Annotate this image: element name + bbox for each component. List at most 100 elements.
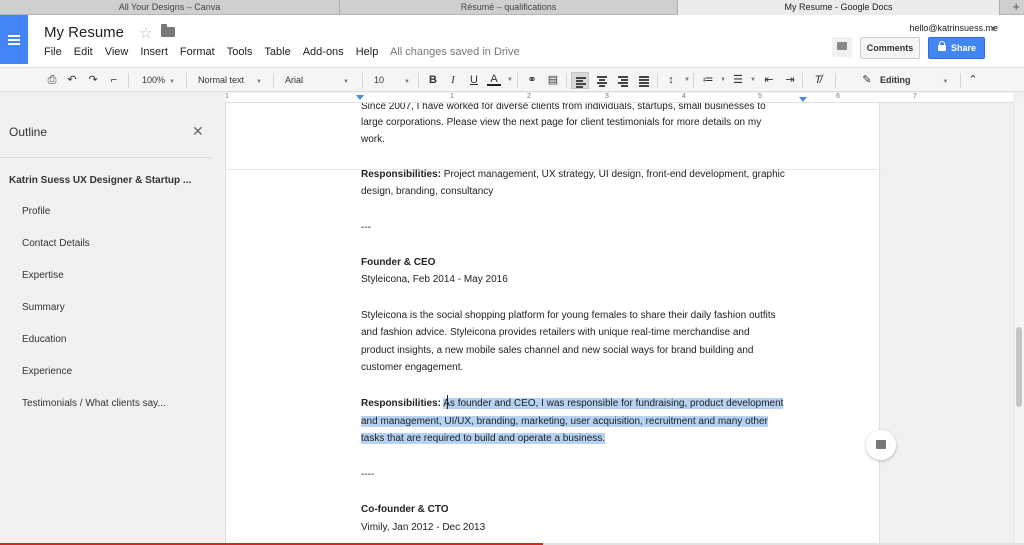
- scrollbar-thumb[interactable]: [1016, 327, 1022, 407]
- role-description-line[interactable]: product insights, a new mobile sales cha…: [361, 342, 811, 360]
- collapse-menu-icon[interactable]: ⌃: [966, 73, 980, 87]
- outline-panel: Outline ✕ Katrin Suess UX Designer & Sta…: [0, 103, 225, 545]
- intro-line-2[interactable]: large corporations. Please view the next…: [361, 114, 811, 132]
- menu-format[interactable]: Format: [180, 46, 215, 58]
- left-indent-marker[interactable]: [356, 95, 364, 100]
- align-center-button[interactable]: [593, 72, 611, 89]
- folder-icon[interactable]: [161, 24, 175, 37]
- responsibilities-label: Responsibilities:: [361, 169, 442, 180]
- bulleted-list-icon[interactable]: ☰: [731, 73, 745, 87]
- chevron-down-icon: ▼: [404, 79, 410, 85]
- vertical-scrollbar[interactable]: [1013, 103, 1024, 545]
- insert-comment-icon[interactable]: ▤: [546, 73, 560, 87]
- decrease-indent-icon[interactable]: ⇤: [762, 73, 776, 87]
- menu-bar: File Edit View Insert Format Tools Table…: [44, 46, 390, 58]
- ruler-number: 5: [758, 93, 762, 100]
- paint-format-icon[interactable]: ⌐: [107, 73, 121, 87]
- menu-file[interactable]: File: [44, 46, 62, 58]
- toolbar-divider: [802, 73, 803, 88]
- separator[interactable]: ----: [361, 466, 811, 484]
- outline-item-profile[interactable]: Profile: [22, 206, 50, 217]
- role-description-line[interactable]: and fashion advice. Styleicona provides …: [361, 324, 811, 342]
- outline-item-expertise[interactable]: Expertise: [22, 270, 64, 281]
- ruler[interactable]: 1 1 2 3 4 5 6 7: [225, 93, 1013, 103]
- line-spacing-icon[interactable]: ↕: [664, 73, 678, 87]
- outline-item-summary[interactable]: Summary: [22, 302, 65, 313]
- menu-help[interactable]: Help: [356, 46, 379, 58]
- align-justify-button[interactable]: [635, 72, 653, 89]
- responsibilities-paragraph-2[interactable]: Responsibilities: As founder and CEO, I …: [361, 395, 811, 413]
- numbered-list-icon[interactable]: ≔: [701, 73, 715, 87]
- selected-text-line[interactable]: tasks that are required to build and ope…: [361, 430, 811, 448]
- chevron-down-icon[interactable]: ▼: [746, 73, 760, 87]
- paragraph-style-select[interactable]: Normal text ▼: [198, 72, 262, 89]
- font-select[interactable]: Arial ▼: [285, 72, 349, 89]
- menu-insert[interactable]: Insert: [140, 46, 168, 58]
- intro-line-3[interactable]: work.: [361, 131, 811, 149]
- comments-button[interactable]: Comments: [860, 37, 920, 59]
- chevron-down-icon[interactable]: ▼: [716, 73, 730, 87]
- chevron-down-icon: ▼: [942, 79, 949, 85]
- italic-button[interactable]: I: [446, 73, 460, 87]
- docs-menu-icon[interactable]: [0, 15, 28, 64]
- menu-addons[interactable]: Add-ons: [303, 46, 344, 58]
- add-comment-button[interactable]: [866, 430, 896, 460]
- role-title[interactable]: Co-founder & CTO: [361, 501, 811, 519]
- ruler-number: 2: [527, 93, 531, 100]
- link-icon[interactable]: ⚭: [525, 73, 539, 87]
- undo-icon[interactable]: ↶: [65, 73, 79, 87]
- role-title[interactable]: Founder & CEO: [361, 254, 811, 272]
- close-icon[interactable]: ✕: [192, 123, 204, 140]
- increase-indent-icon[interactable]: ⇥: [783, 73, 797, 87]
- separator[interactable]: ---: [361, 219, 811, 237]
- underline-button[interactable]: U: [467, 73, 481, 87]
- text-color-button[interactable]: A: [487, 73, 501, 86]
- user-account[interactable]: hello@katrinsuess.me: [909, 23, 998, 33]
- align-right-button[interactable]: [614, 72, 632, 89]
- chevron-down-icon[interactable]: ▼: [680, 73, 694, 87]
- bold-button[interactable]: B: [426, 73, 440, 87]
- browser-tab-my-resume[interactable]: My Resume - Google Docs: [678, 0, 1000, 15]
- outline-divider: [0, 157, 213, 158]
- editing-mode-select[interactable]: Editing ▼: [880, 72, 948, 89]
- right-indent-marker[interactable]: [799, 97, 807, 102]
- document-title[interactable]: My Resume: [44, 24, 124, 41]
- responsibilities-line-2[interactable]: design, branding, consultancy: [361, 183, 811, 201]
- selected-text-line[interactable]: and management, UI/UX, branding, marketi…: [361, 413, 811, 431]
- outline-item-education[interactable]: Education: [22, 334, 66, 345]
- role-organization[interactable]: Styleicona, Feb 2014 - May 2016: [361, 271, 811, 289]
- responsibilities-paragraph-1[interactable]: Responsibilities: Project management, UX…: [361, 166, 811, 184]
- new-tab-button[interactable]: +: [1012, 0, 1020, 14]
- chat-icon[interactable]: [832, 37, 852, 57]
- document-page[interactable]: Since 2007, I have worked for diverse cl…: [225, 103, 881, 545]
- outline-item-testimonials[interactable]: Testimonials / What clients say...: [22, 398, 166, 409]
- share-button[interactable]: Share: [928, 37, 985, 59]
- document-canvas[interactable]: Since 2007, I have worked for diverse cl…: [225, 103, 1013, 545]
- star-icon[interactable]: ☆: [139, 24, 152, 42]
- browser-tab-canva[interactable]: All Your Designs – Canva: [0, 0, 340, 15]
- chevron-down-icon: ▼: [256, 79, 262, 85]
- menu-tools[interactable]: Tools: [227, 46, 253, 58]
- chevron-down-icon[interactable]: ▼: [990, 26, 997, 33]
- outline-item-experience[interactable]: Experience: [22, 366, 72, 377]
- menu-edit[interactable]: Edit: [74, 46, 93, 58]
- zoom-select[interactable]: 100% ▼: [142, 72, 175, 89]
- toolbar-divider: [186, 73, 187, 88]
- browser-tab-resume-qualifications[interactable]: Résumé – qualifications: [340, 0, 678, 15]
- role-description-line[interactable]: customer engagement.: [361, 359, 811, 377]
- role-organization[interactable]: Vimily, Jan 2012 - Dec 2013: [361, 519, 811, 537]
- toolbar-divider: [517, 73, 518, 88]
- align-left-button[interactable]: [571, 72, 589, 89]
- redo-icon[interactable]: ↷: [86, 73, 100, 87]
- menu-view[interactable]: View: [105, 46, 129, 58]
- print-icon[interactable]: ⎙: [45, 73, 59, 87]
- outline-heading-document[interactable]: Katrin Suess UX Designer & Startup ...: [9, 175, 191, 186]
- font-size-select[interactable]: 10 ▼: [374, 72, 410, 89]
- outline-item-contact-details[interactable]: Contact Details: [22, 238, 90, 249]
- chevron-down-icon[interactable]: ▼: [503, 73, 517, 87]
- role-description-line[interactable]: Styleicona is the social shopping platfo…: [361, 307, 811, 325]
- menu-table[interactable]: Table: [264, 46, 290, 58]
- lock-icon: [938, 41, 946, 51]
- clear-formatting-icon[interactable]: T̸: [811, 73, 825, 87]
- save-status[interactable]: All changes saved in Drive: [390, 46, 520, 58]
